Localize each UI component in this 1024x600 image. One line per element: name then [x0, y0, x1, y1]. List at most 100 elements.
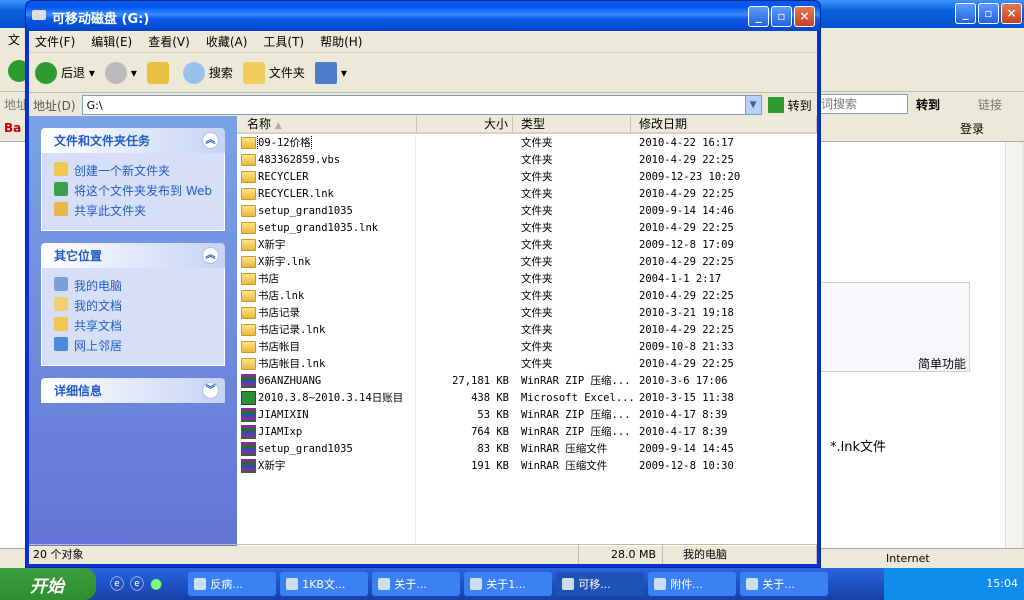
file-date: 2009-12-8 17:09 [639, 238, 734, 251]
file-name: 书店帐目.lnk [258, 358, 326, 370]
app-icon [562, 578, 575, 590]
file-row[interactable]: 483362859.vbs 文件夹 2010-4-29 22:25 [237, 151, 817, 168]
file-row[interactable]: 09-12价格 文件夹 2010-4-22 16:17 [237, 134, 817, 151]
chevron-down-icon[interactable]: ▼ [744, 96, 761, 114]
bg-maximize-button[interactable]: ▫ [978, 3, 999, 24]
menu-view[interactable]: 查看(V) [148, 33, 190, 50]
file-row[interactable]: X新宇 文件夹 2009-12-8 17:09 [237, 236, 817, 253]
search-button[interactable]: 搜索 [182, 61, 233, 84]
bg-menu-item[interactable]: 文 [8, 31, 20, 48]
file-row[interactable]: setup_grand1035 83 KB WinRAR 压缩文件 2009-9-14… [237, 440, 817, 457]
folders-button[interactable]: 文件夹 [242, 61, 305, 84]
task-share-folder[interactable]: 共享此文件夹 [54, 202, 214, 219]
quick-launch-green-icon[interactable]: ● [150, 576, 162, 592]
quick-launch-ie-icon[interactable]: ⓔ [110, 574, 124, 594]
menu-file[interactable]: 文件(F) [35, 33, 75, 50]
new-folder-icon [54, 162, 68, 176]
menu-edit[interactable]: 编辑(E) [91, 33, 132, 50]
bg-login-button[interactable]: 登录 [960, 120, 984, 137]
forward-button[interactable]: ▾ [104, 61, 137, 84]
menu-favorites[interactable]: 收藏(A) [206, 33, 248, 50]
place-network[interactable]: 网上邻居 [54, 337, 214, 354]
file-type: 文件夹 [521, 358, 553, 370]
bg-search-input[interactable]: 词搜索 [818, 94, 908, 114]
go-button[interactable]: 转到 [767, 97, 812, 114]
folder-icon [241, 153, 256, 166]
app-icon [286, 578, 299, 590]
file-row[interactable]: 书店.lnk 文件夹 2010-4-29 22:25 [237, 287, 817, 304]
file-row[interactable]: 书店记录 文件夹 2010-3-21 19:18 [237, 304, 817, 321]
taskbar-label: 1KB文... [302, 578, 346, 591]
quick-launch-browser-icon[interactable]: ⓔ [130, 574, 144, 594]
folder-icon [241, 272, 256, 285]
column-size[interactable]: 大小 [417, 116, 513, 132]
file-row[interactable]: X新宇 191 KB WinRAR 压缩文件 2009-12-8 10:30 [237, 457, 817, 474]
file-row[interactable]: 书店记录.lnk 文件夹 2010-4-29 22:25 [237, 321, 817, 338]
file-row[interactable]: 06ANZHUANG 27,181 KB WinRAR ZIP 压缩... 2010-… [237, 372, 817, 389]
column-type[interactable]: 类型 [513, 116, 631, 132]
maximize-button[interactable]: ▫ [771, 6, 792, 27]
file-name: 书店.lnk [258, 290, 305, 302]
file-row[interactable]: JIAMIXIN 53 KB WinRAR ZIP 压缩... 2010-4-17 8… [237, 406, 817, 423]
back-button[interactable]: 后退 ▾ [35, 61, 95, 84]
taskbar-button[interactable]: 关于... [740, 572, 829, 596]
bg-close-button[interactable]: × [1001, 3, 1022, 24]
file-row[interactable]: setup_grand1035.lnk 文件夹 2010-4-29 22:25 [237, 219, 817, 236]
other-places-panel: 其它位置 ︽ 我的电脑 我的文档 共享文档 网上邻居 [41, 243, 225, 366]
file-row[interactable]: RECYCLER 文件夹 2009-12-23 10:20 [237, 168, 817, 185]
taskbar-button[interactable]: 1KB文... [280, 572, 369, 596]
file-name: 书店记录 [258, 307, 300, 319]
expand-icon[interactable]: ︾ [202, 382, 219, 399]
place-my-computer[interactable]: 我的电脑 [54, 277, 214, 294]
file-row[interactable]: setup_grand1035 文件夹 2009-9-14 14:46 [237, 202, 817, 219]
bg-go-button[interactable]: 转到 [916, 96, 940, 113]
panel-header[interactable]: 详细信息 ︾ [41, 378, 225, 403]
file-row[interactable]: 书店 文件夹 2004-1-1 2:17 [237, 270, 817, 287]
place-my-documents[interactable]: 我的文档 [54, 297, 214, 314]
menu-help[interactable]: 帮助(H) [320, 33, 362, 50]
file-date: 2010-4-29 22:25 [639, 187, 734, 200]
file-name: RECYCLER.lnk [258, 187, 334, 200]
taskbar-button[interactable]: 附件... [648, 572, 737, 596]
title-bar[interactable]: 可移动磁盘 (G:) _ ▫ × [26, 1, 820, 31]
file-name: RECYCLER [258, 170, 309, 183]
folder-icon [241, 340, 256, 353]
file-size: 53 KB [477, 408, 509, 421]
column-name[interactable]: 名称 ▲ [237, 116, 417, 132]
views-button[interactable]: ▾ [314, 61, 347, 84]
taskbar-label: 反病... [210, 578, 243, 591]
file-row[interactable]: JIAMIxp 764 KB WinRAR ZIP 压缩... 2010-4-17 8… [237, 423, 817, 440]
bg-minimize-button[interactable]: _ [955, 3, 976, 24]
file-type: WinRAR 压缩文件 [521, 443, 608, 455]
up-button[interactable] [146, 61, 173, 84]
taskbar-button[interactable]: 反病... [188, 572, 277, 596]
bg-links[interactable]: 链接 [978, 96, 1002, 113]
file-row[interactable]: 2010.3.8~2010.3.14日账目 438 KB Microsoft Exc… [237, 389, 817, 406]
file-row[interactable]: 书店帐目 文件夹 2009-10-8 21:33 [237, 338, 817, 355]
panel-header[interactable]: 文件和文件夹任务 ︽ [41, 128, 225, 153]
file-row[interactable]: RECYCLER.lnk 文件夹 2010-4-29 22:25 [237, 185, 817, 202]
bg-simple-function: 简单功能 [918, 357, 967, 371]
file-size: 438 KB [471, 391, 509, 404]
address-input[interactable]: G:\ ▼ [81, 95, 762, 115]
minimize-button[interactable]: _ [748, 6, 769, 27]
panel-header[interactable]: 其它位置 ︽ [41, 243, 225, 268]
taskbar-button[interactable]: 关于... [372, 572, 461, 596]
collapse-icon[interactable]: ︽ [202, 247, 219, 264]
start-button[interactable]: 开始 [0, 568, 96, 600]
place-shared-documents[interactable]: 共享文档 [54, 317, 214, 334]
close-button[interactable]: × [794, 6, 815, 27]
column-headers: 名称 ▲ 大小 类型 修改日期 [237, 116, 817, 134]
task-new-folder[interactable]: 创建一个新文件夹 [54, 162, 214, 179]
network-icon [54, 337, 68, 351]
file-date: 2010-4-29 22:25 [639, 323, 734, 336]
bg-scrollbar[interactable] [1005, 142, 1022, 548]
task-publish-web[interactable]: 将这个文件夹发布到 Web [54, 182, 214, 199]
file-row[interactable]: 书店帐目.lnk 文件夹 2010-4-29 22:25 [237, 355, 817, 372]
taskbar-button[interactable]: 可移... [556, 572, 645, 596]
menu-tools[interactable]: 工具(T) [263, 33, 304, 50]
collapse-icon[interactable]: ︽ [202, 132, 219, 149]
file-row[interactable]: X新宇.lnk 文件夹 2010-4-29 22:25 [237, 253, 817, 270]
taskbar-button[interactable]: 关于1... [464, 572, 553, 596]
column-date[interactable]: 修改日期 [631, 116, 817, 132]
